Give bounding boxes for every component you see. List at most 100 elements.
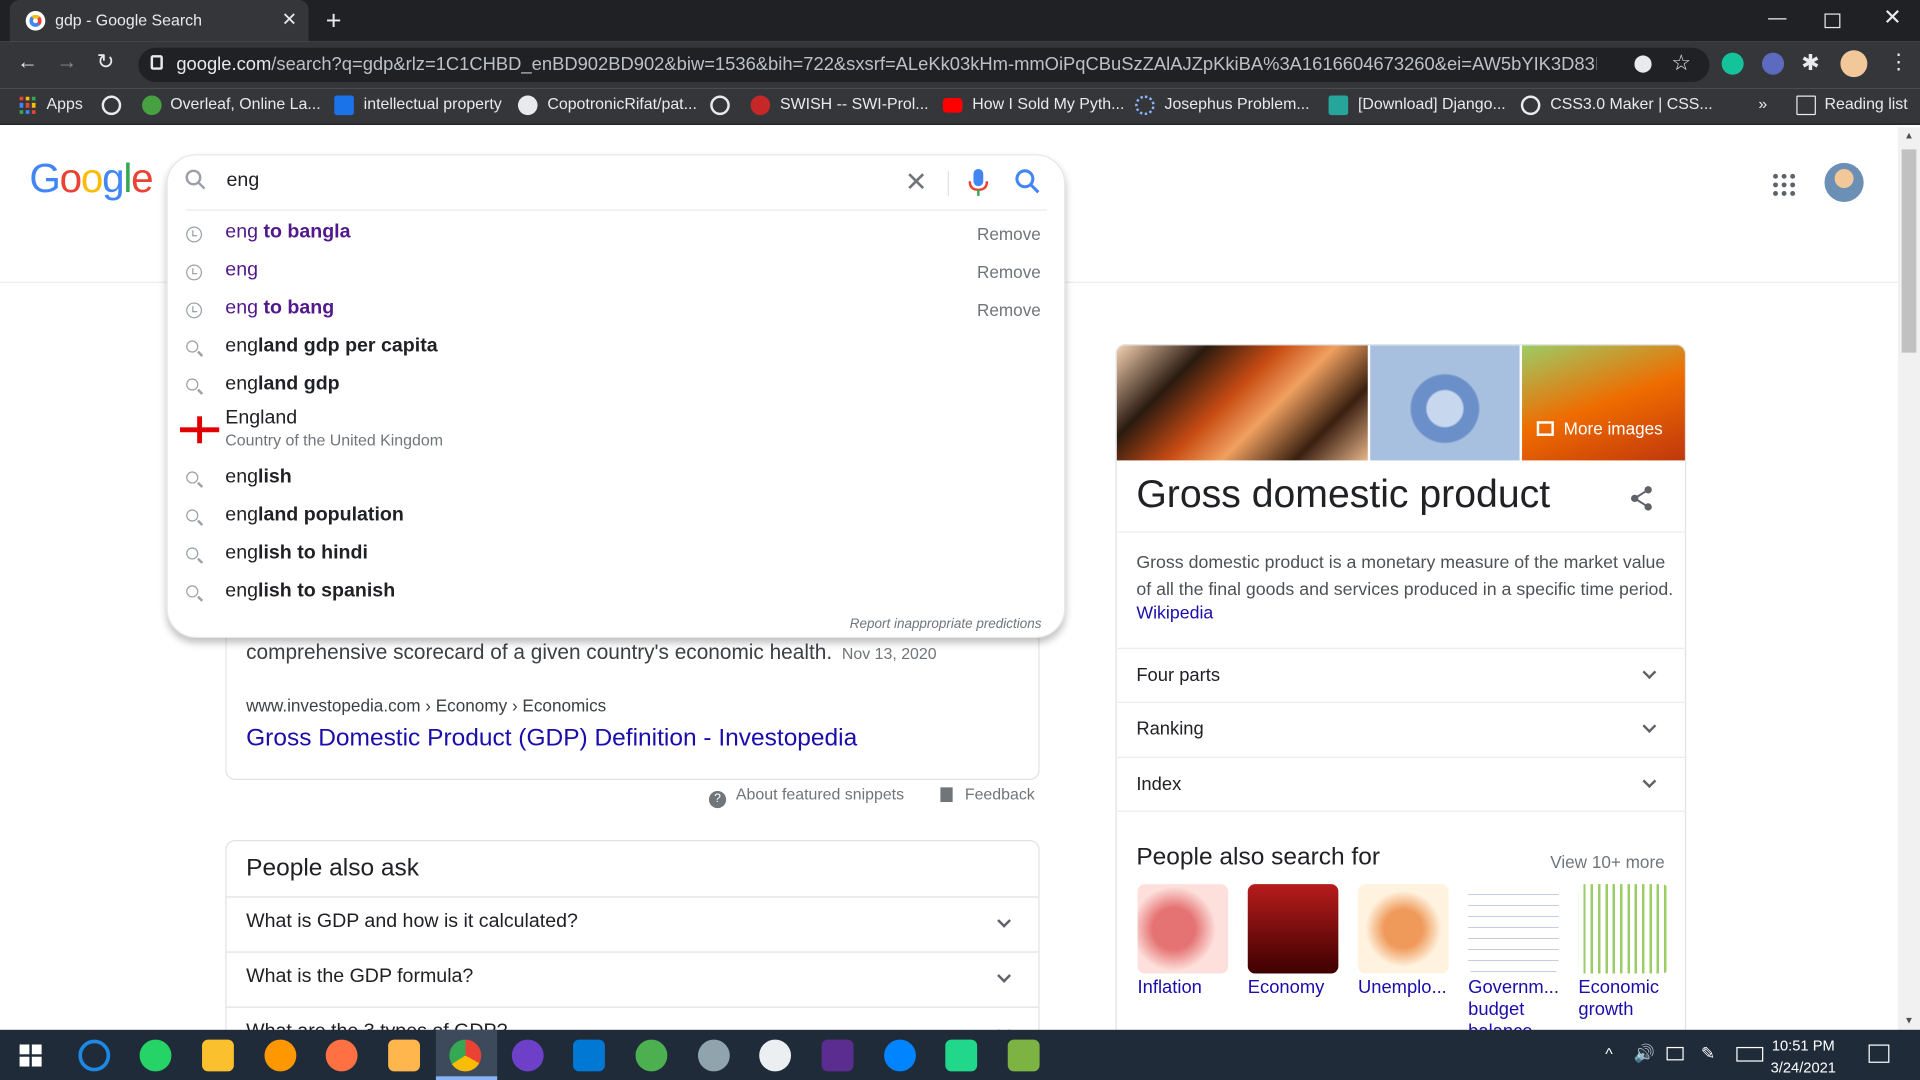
bookmark-django[interactable]: [Download] Django... [1358, 94, 1506, 112]
forward-icon[interactable]: → [56, 50, 77, 74]
close-window-icon[interactable]: ✕ [1883, 5, 1901, 31]
system-clock[interactable]: 10:51 PM 3/24/2021 [1771, 1035, 1836, 1079]
suggestion-item[interactable]: england gdp per capita [167, 329, 1066, 367]
pasf-label[interactable]: Economy [1248, 977, 1358, 999]
minimize-icon[interactable]: — [1768, 7, 1786, 28]
github-desktop-icon[interactable] [511, 1039, 544, 1072]
wikipedia-link[interactable]: Wikipedia [1136, 604, 1213, 624]
keyboard-icon[interactable] [1736, 1046, 1764, 1062]
browser-app-icon[interactable] [264, 1039, 297, 1072]
view-more-link[interactable]: View 10+ more [1550, 852, 1665, 872]
app-icon[interactable] [697, 1039, 730, 1072]
reload-icon[interactable]: ↻ [97, 50, 114, 74]
bookmark-overleaf[interactable]: Overleaf, Online La... [170, 94, 320, 112]
restore-icon[interactable] [1824, 13, 1841, 29]
account-avatar[interactable] [1824, 162, 1864, 203]
more-images-button[interactable]: More images [1536, 419, 1663, 438]
scrollbar-thumb[interactable] [1901, 149, 1917, 353]
pasf-label[interactable]: Unemplo... [1358, 977, 1468, 999]
gdp-chart-image[interactable] [1522, 345, 1685, 461]
reading-list[interactable]: Reading list [1824, 94, 1907, 112]
close-tab-icon[interactable]: ✕ [282, 9, 297, 31]
about-featured-snippets[interactable]: About featured snippets [736, 785, 904, 803]
bookmark-star-icon[interactable]: ☆ [1671, 50, 1691, 76]
kp-row-ranking[interactable]: Ranking [1115, 701, 1687, 756]
kp-row-index[interactable]: Index [1115, 756, 1687, 811]
app-icon[interactable] [1007, 1039, 1040, 1072]
bookmark-josephus[interactable]: Josephus Problem... [1164, 94, 1309, 112]
share-icon[interactable] [1630, 485, 1654, 512]
scroll-down-icon[interactable]: ▼ [1904, 1015, 1914, 1026]
world-map-image[interactable] [1116, 345, 1368, 461]
vscode-icon[interactable] [573, 1039, 605, 1072]
paa-question[interactable]: What is GDP and how is it calculated? [226, 896, 1039, 951]
suggestion-item[interactable]: eng to bang Remove [167, 291, 1066, 329]
menu-kebab-icon[interactable]: ⋮ [1888, 50, 1909, 74]
search-button-icon[interactable] [1014, 168, 1041, 195]
app-icon[interactable] [388, 1039, 421, 1072]
new-tab-icon[interactable]: + [326, 5, 342, 37]
firefox-icon[interactable] [325, 1039, 358, 1072]
paa-question[interactable]: What is the GDP formula? [226, 951, 1039, 1006]
gdp-infographic-image[interactable] [1370, 345, 1520, 461]
bookmark-apps[interactable]: Apps [47, 94, 83, 112]
more-bookmarks-icon[interactable]: » [1758, 94, 1767, 112]
bookmark-github[interactable]: CopotronicRifat/pat... [547, 94, 697, 112]
app-icon[interactable] [635, 1039, 668, 1072]
suggestion-item[interactable]: england gdp [167, 367, 1066, 405]
pasf-label[interactable]: Inflation [1138, 977, 1248, 999]
location-pin-icon[interactable]: ⬤ [1633, 53, 1652, 74]
suggestion-item[interactable]: england population [167, 498, 1066, 536]
back-icon[interactable]: ← [17, 50, 38, 74]
remove-suggestion-button[interactable]: Remove [977, 300, 1041, 320]
kp-row-four-parts[interactable]: Four parts [1115, 647, 1687, 702]
browser-tab[interactable]: gdp - Google Search ✕ [9, 0, 309, 42]
extension-icon[interactable] [1762, 52, 1785, 75]
pasf-label[interactable]: Economic growth [1578, 977, 1676, 1021]
file-explorer-icon[interactable] [202, 1039, 234, 1072]
messenger-icon[interactable] [884, 1039, 916, 1072]
suggestion-item[interactable]: England Country of the United Kingdom [167, 405, 1066, 460]
visual-studio-icon[interactable] [821, 1039, 854, 1072]
feedback-link[interactable]: Feedback [965, 785, 1035, 803]
microphone-icon[interactable] [968, 168, 989, 197]
puzzle-extensions-icon[interactable]: ✱ [1801, 50, 1819, 76]
volume-icon[interactable]: 🔊 [1633, 1043, 1654, 1064]
suggestion-item[interactable]: english to hindi [167, 536, 1066, 574]
grammarly-extension-icon[interactable] [1721, 52, 1744, 75]
bookmark-python[interactable]: How I Sold My Pyth... [972, 94, 1124, 112]
scroll-up-icon[interactable]: ▲ [1904, 130, 1914, 141]
refresh-app-icon[interactable] [78, 1039, 111, 1072]
bookmark-css3[interactable]: CSS3.0 Maker | CSS... [1550, 94, 1712, 112]
network-icon[interactable] [1666, 1046, 1684, 1061]
notifications-icon[interactable] [1868, 1044, 1890, 1063]
address-bar[interactable]: google.com/search?q=gdp&rlz=1C1CHBD_enBD… [138, 47, 1710, 83]
budget-thumbnail[interactable] [1468, 884, 1559, 974]
inflation-thumbnail[interactable] [1137, 884, 1229, 974]
bookmark-intellectual-property[interactable]: intellectual property [364, 94, 502, 112]
growth-thumbnail[interactable] [1578, 884, 1669, 974]
remove-suggestion-button[interactable]: Remove [977, 224, 1041, 244]
chrome-icon[interactable] [449, 1039, 482, 1072]
whatsapp-icon[interactable] [139, 1039, 172, 1072]
result-breadcrumb[interactable]: www.investopedia.com › Economy › Economi… [246, 696, 606, 716]
economy-thumbnail[interactable] [1247, 884, 1339, 974]
suggestion-item[interactable]: english to spanish [167, 574, 1066, 612]
bookmark-swish[interactable]: SWISH -- SWI-Prol... [780, 94, 929, 112]
pycharm-icon[interactable] [945, 1039, 978, 1072]
result-title-link[interactable]: Gross Domestic Product (GDP) Definition … [246, 725, 857, 753]
google-logo[interactable]: Google [29, 156, 153, 203]
pen-icon[interactable]: ✎ [1701, 1043, 1715, 1064]
suggestion-item[interactable]: eng to bangla Remove [167, 216, 1066, 254]
suggestion-item[interactable]: english [167, 460, 1066, 498]
google-apps-icon[interactable] [1773, 173, 1796, 196]
remove-suggestion-button[interactable]: Remove [977, 262, 1041, 282]
app-icon[interactable] [759, 1039, 792, 1072]
clear-icon[interactable]: ✕ [905, 167, 928, 199]
tray-chevron-icon[interactable]: ^ [1605, 1044, 1612, 1062]
unemployment-thumbnail[interactable] [1357, 884, 1449, 974]
profile-avatar-icon[interactable] [1840, 50, 1868, 78]
windows-start-icon[interactable] [19, 1044, 42, 1067]
search-input[interactable]: eng [227, 170, 260, 192]
report-predictions-link[interactable]: Report inappropriate predictions [850, 617, 1042, 632]
